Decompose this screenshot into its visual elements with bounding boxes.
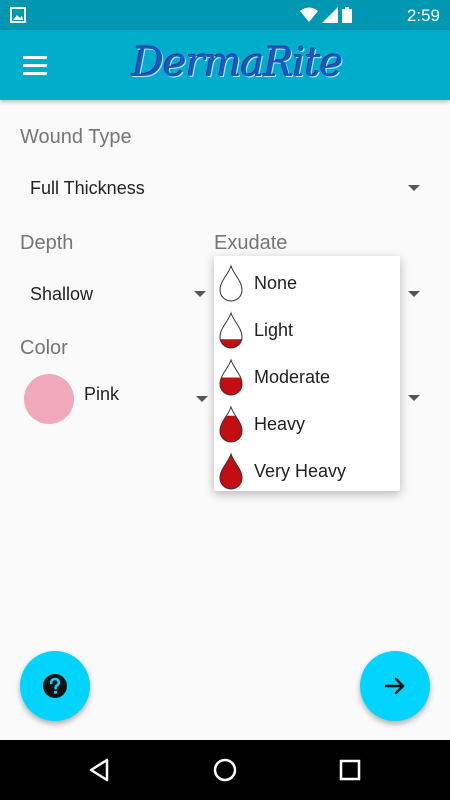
arrow-right-icon [384,677,405,695]
caret-down-icon [408,395,420,401]
app-logo: DermaRite [132,40,343,86]
exudate-option[interactable]: Heavy [214,401,400,448]
exudate-dropdown: None Light Moderate Heavy Very Heavy [214,256,400,491]
exudate-option-label: Moderate [254,367,331,387]
app-bar: DermaRite [0,30,450,100]
wound-type-spinner[interactable]: Full Thickness [20,168,428,208]
caret-down-icon [408,185,420,191]
wifi-icon [300,7,318,22]
caret-down-icon [194,291,206,297]
next-button[interactable] [360,651,430,721]
exudate-option[interactable]: None [214,260,400,307]
drop-icon [219,452,243,490]
hamburger-icon [23,55,47,59]
back-triangle-icon[interactable] [85,755,115,785]
exudate-option[interactable]: Light [214,307,400,354]
help-icon [43,674,67,698]
menu-button[interactable] [14,50,56,80]
home-circle-icon[interactable] [210,755,240,785]
caret-down-icon [408,291,420,297]
color-value: Pink [84,383,120,404]
recents-square-icon[interactable] [335,755,365,785]
depth-value: Shallow [30,283,94,304]
color-spinner[interactable]: Pink [84,374,212,414]
depth-spinner[interactable]: Shallow [20,274,212,314]
exudate-option-label: None [254,273,298,293]
exudate-option-label: Light [254,320,294,340]
gallery-icon [10,7,26,23]
caret-down-icon [196,396,208,402]
help-button[interactable] [20,651,90,721]
status-time: 2:59 [406,6,440,25]
drop-icon [219,405,243,443]
exudate-option[interactable]: Moderate [214,354,400,401]
drop-icon [219,311,243,349]
exudate-option[interactable]: Very Heavy [214,448,400,495]
status-bar: 2:59 [0,0,450,30]
signal-icon [322,7,338,23]
wound-type-label: Wound Type [20,126,132,148]
exudate-option-label: Very Heavy [254,461,347,481]
navigation-bar [0,740,450,800]
exudate-option-label: Heavy [254,414,306,434]
drop-icon [219,264,243,302]
battery-icon [342,7,352,23]
exudate-label: Exudate [214,232,288,254]
color-swatch [24,374,74,424]
depth-label: Depth [20,232,74,254]
drop-icon [219,358,243,396]
wound-type-value: Full Thickness [30,177,145,198]
color-label: Color [20,337,68,359]
